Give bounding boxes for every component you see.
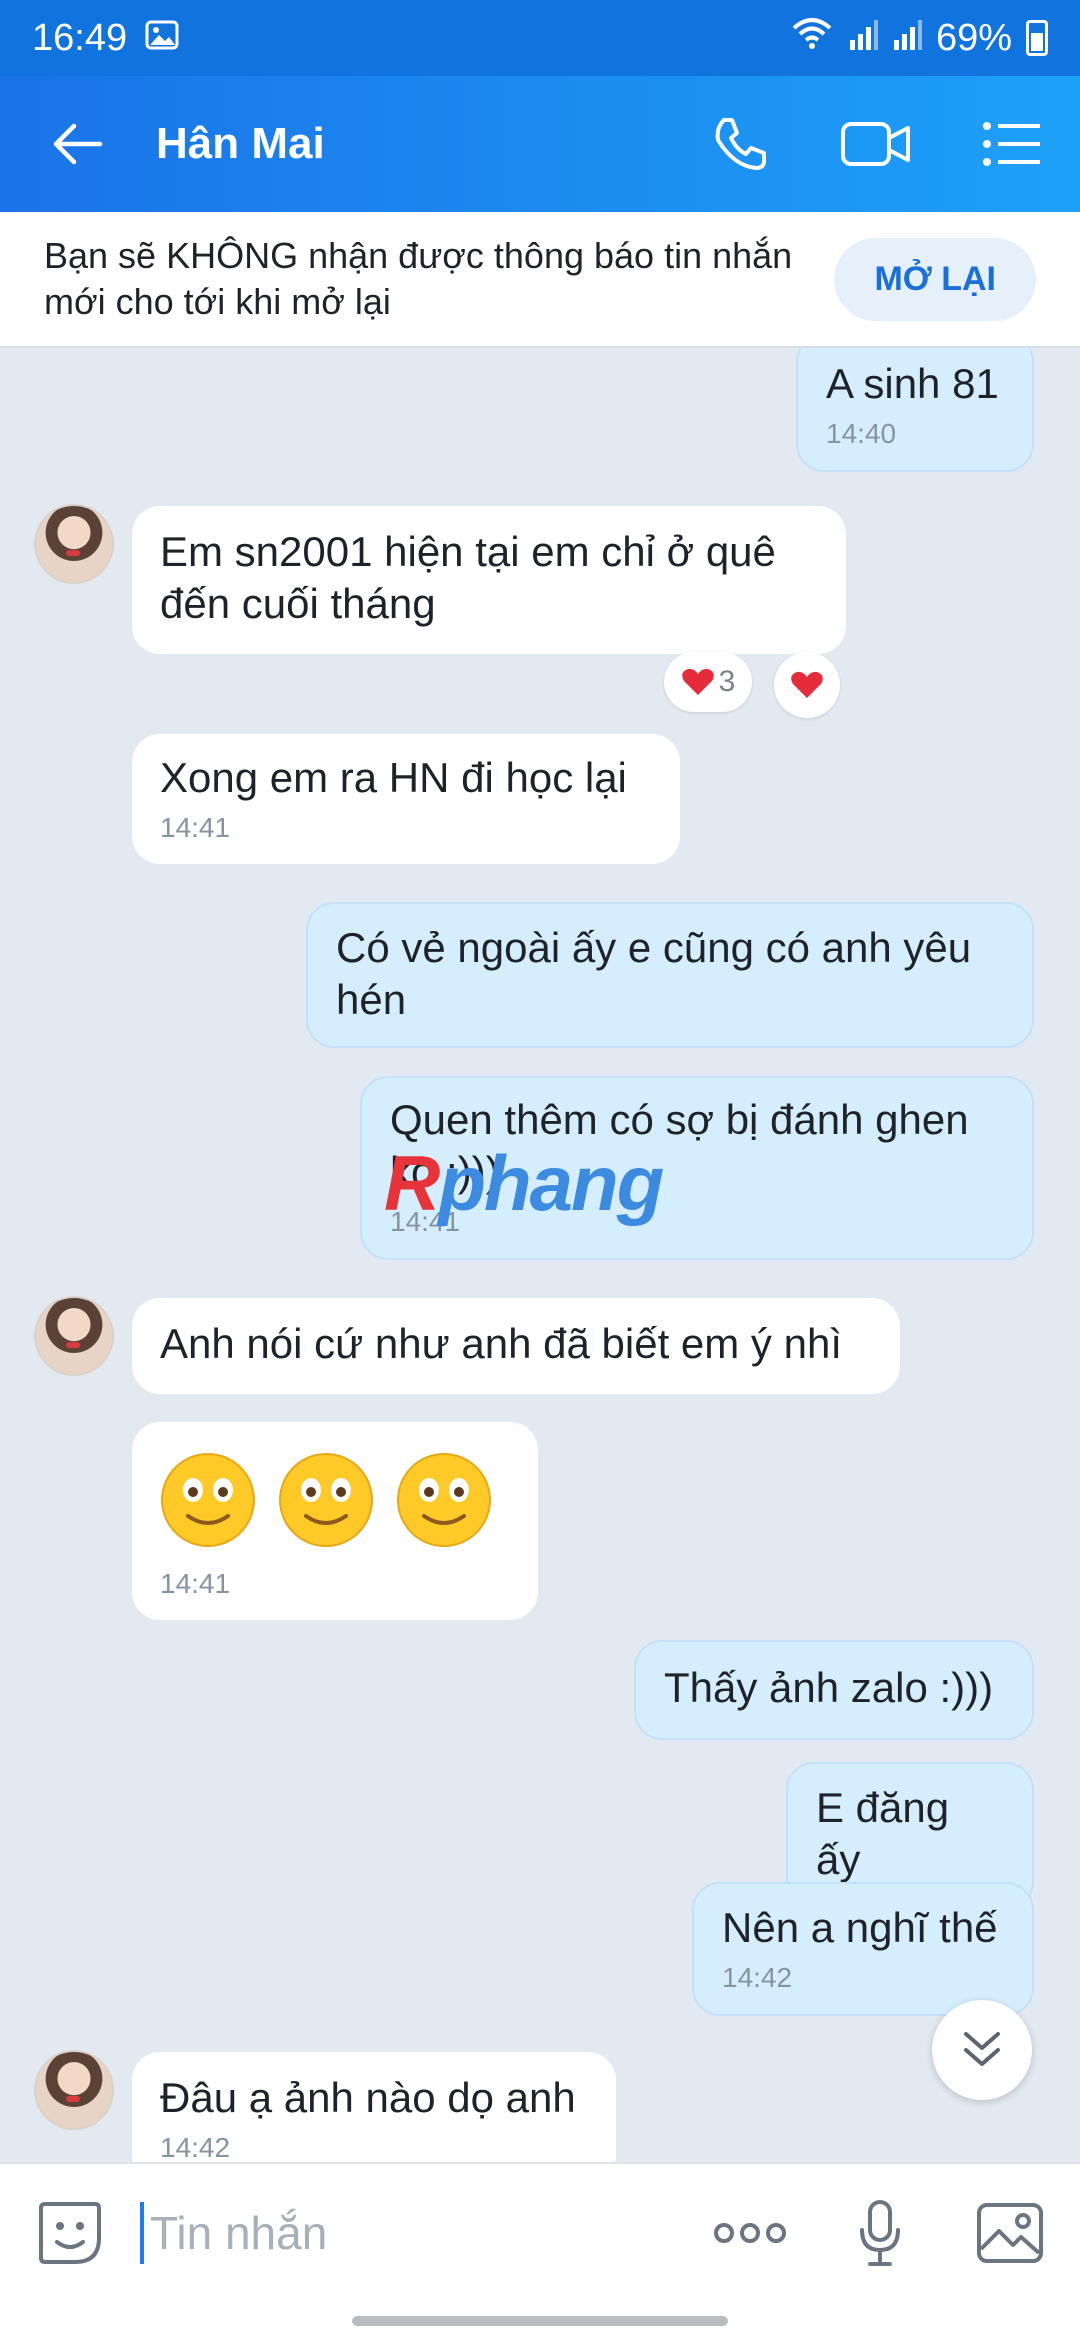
message-bubble[interactable]: Anh nói cứ như anh đã biết em ý nhì [132,1298,900,1394]
message-bubble[interactable]: Nên a nghĩ thế 14:42 [692,1882,1034,2016]
reaction-count: 3 [718,665,736,698]
message-text: Anh nói cứ như anh đã biết em ý nhì [160,1320,842,1367]
watermark-part1: R [384,1139,440,1227]
signal-icon-1 [848,17,878,60]
home-gesture-handle[interactable] [352,2316,728,2326]
muted-notice-text: Bạn sẽ KHÔNG nhận được thông báo tin nhắ… [44,235,793,322]
message-list[interactable]: A sinh 81 14:40 Em sn2001 hiện tại em ch… [0,348,1080,2162]
message-bubble[interactable]: Đâu ạ ảnh nào dọ anh 14:42 [132,2052,616,2162]
message-text: Đâu ạ ảnh nào dọ anh [160,2074,576,2121]
message-text: A sinh 81 [826,360,999,407]
sticker-button[interactable] [0,2163,140,2303]
battery-icon [1026,20,1048,56]
watermark-logo: Rphang [384,1138,664,1229]
message-time: 14:41 [160,1568,231,1599]
contact-name[interactable]: Hân Mai [156,119,672,169]
signal-icon-2 [892,17,922,60]
video-call-button[interactable] [808,76,944,212]
status-bar: 16:49 69% [0,0,1080,76]
message-bubble[interactable]: Có vẻ ngoài ấy e cũng có anh yêu hén [306,902,1034,1048]
message-text: Em sn2001 hiện tại em chỉ ở quê đến cuối… [160,528,776,627]
avatar[interactable] [34,2050,114,2130]
message-time: 14:41 [160,812,231,843]
phone-icon [715,118,766,170]
message-text: E đăng ấy [816,1784,950,1883]
message-time: 14:42 [160,2132,231,2162]
smiley-face-icon [279,1453,373,1547]
unmute-button[interactable]: MỞ LẠI [834,237,1036,321]
message-text: Xong em ra HN đi học lại [160,754,627,801]
message-time: 14:42 [722,1962,793,1993]
more-dots-icon [714,2223,786,2243]
emoji-message-bubble[interactable]: 14:41 [132,1422,538,1620]
heart-icon [681,668,714,695]
status-time: 16:49 [32,16,128,59]
more-options-button[interactable] [680,2163,820,2303]
message-bubble[interactable]: Xong em ra HN đi học lại 14:41 [132,734,680,864]
react-button[interactable] [774,652,840,718]
message-text: Nên a nghĩ thế [722,1904,998,1951]
voice-call-button[interactable] [672,76,808,212]
chat-menu-button[interactable] [944,76,1080,212]
list-menu-icon [983,122,1040,166]
message-input[interactable]: Tin nhắn [140,2202,680,2264]
gallery-notification-icon [145,17,179,60]
video-camera-icon [841,122,910,166]
back-button[interactable] [0,76,156,212]
watermark-part2: phang [438,1139,664,1227]
heart-icon [791,671,823,698]
smiley-face-icon [397,1453,491,1547]
battery-percent: 69% [935,16,1012,59]
image-picker-button[interactable] [940,2163,1080,2303]
wifi-icon [790,16,834,60]
message-bubble[interactable]: A sinh 81 14:40 [796,348,1034,472]
message-bubble[interactable]: Thấy ảnh zalo :))) [634,1640,1034,1740]
muted-notice: Bạn sẽ KHÔNG nhận được thông báo tin nhắ… [0,212,1080,348]
avatar[interactable] [34,504,114,584]
message-bubble[interactable]: Em sn2001 hiện tại em chỉ ở quê đến cuối… [132,506,846,654]
image-icon [977,2203,1043,2263]
reaction-summary[interactable]: 3 [664,652,752,712]
scroll-to-bottom-button[interactable] [932,2000,1032,2100]
back-arrow-icon [53,123,103,165]
double-chevron-down-icon [964,2032,1000,2066]
smiley-face-icon [161,1453,255,1547]
message-text: Có vẻ ngoài ấy e cũng có anh yêu hén [336,924,972,1023]
microphone-icon [860,2200,900,2266]
emoji-sticker-icon [39,2202,101,2264]
system-navigation-bar [0,2302,1080,2340]
message-composer: Tin nhắn [0,2162,1080,2302]
message-time: 14:40 [826,418,897,449]
avatar[interactable] [34,1296,114,1376]
message-text: Thấy ảnh zalo :))) [664,1664,994,1711]
chat-header: Hân Mai [0,76,1080,212]
voice-record-button[interactable] [820,2163,940,2303]
